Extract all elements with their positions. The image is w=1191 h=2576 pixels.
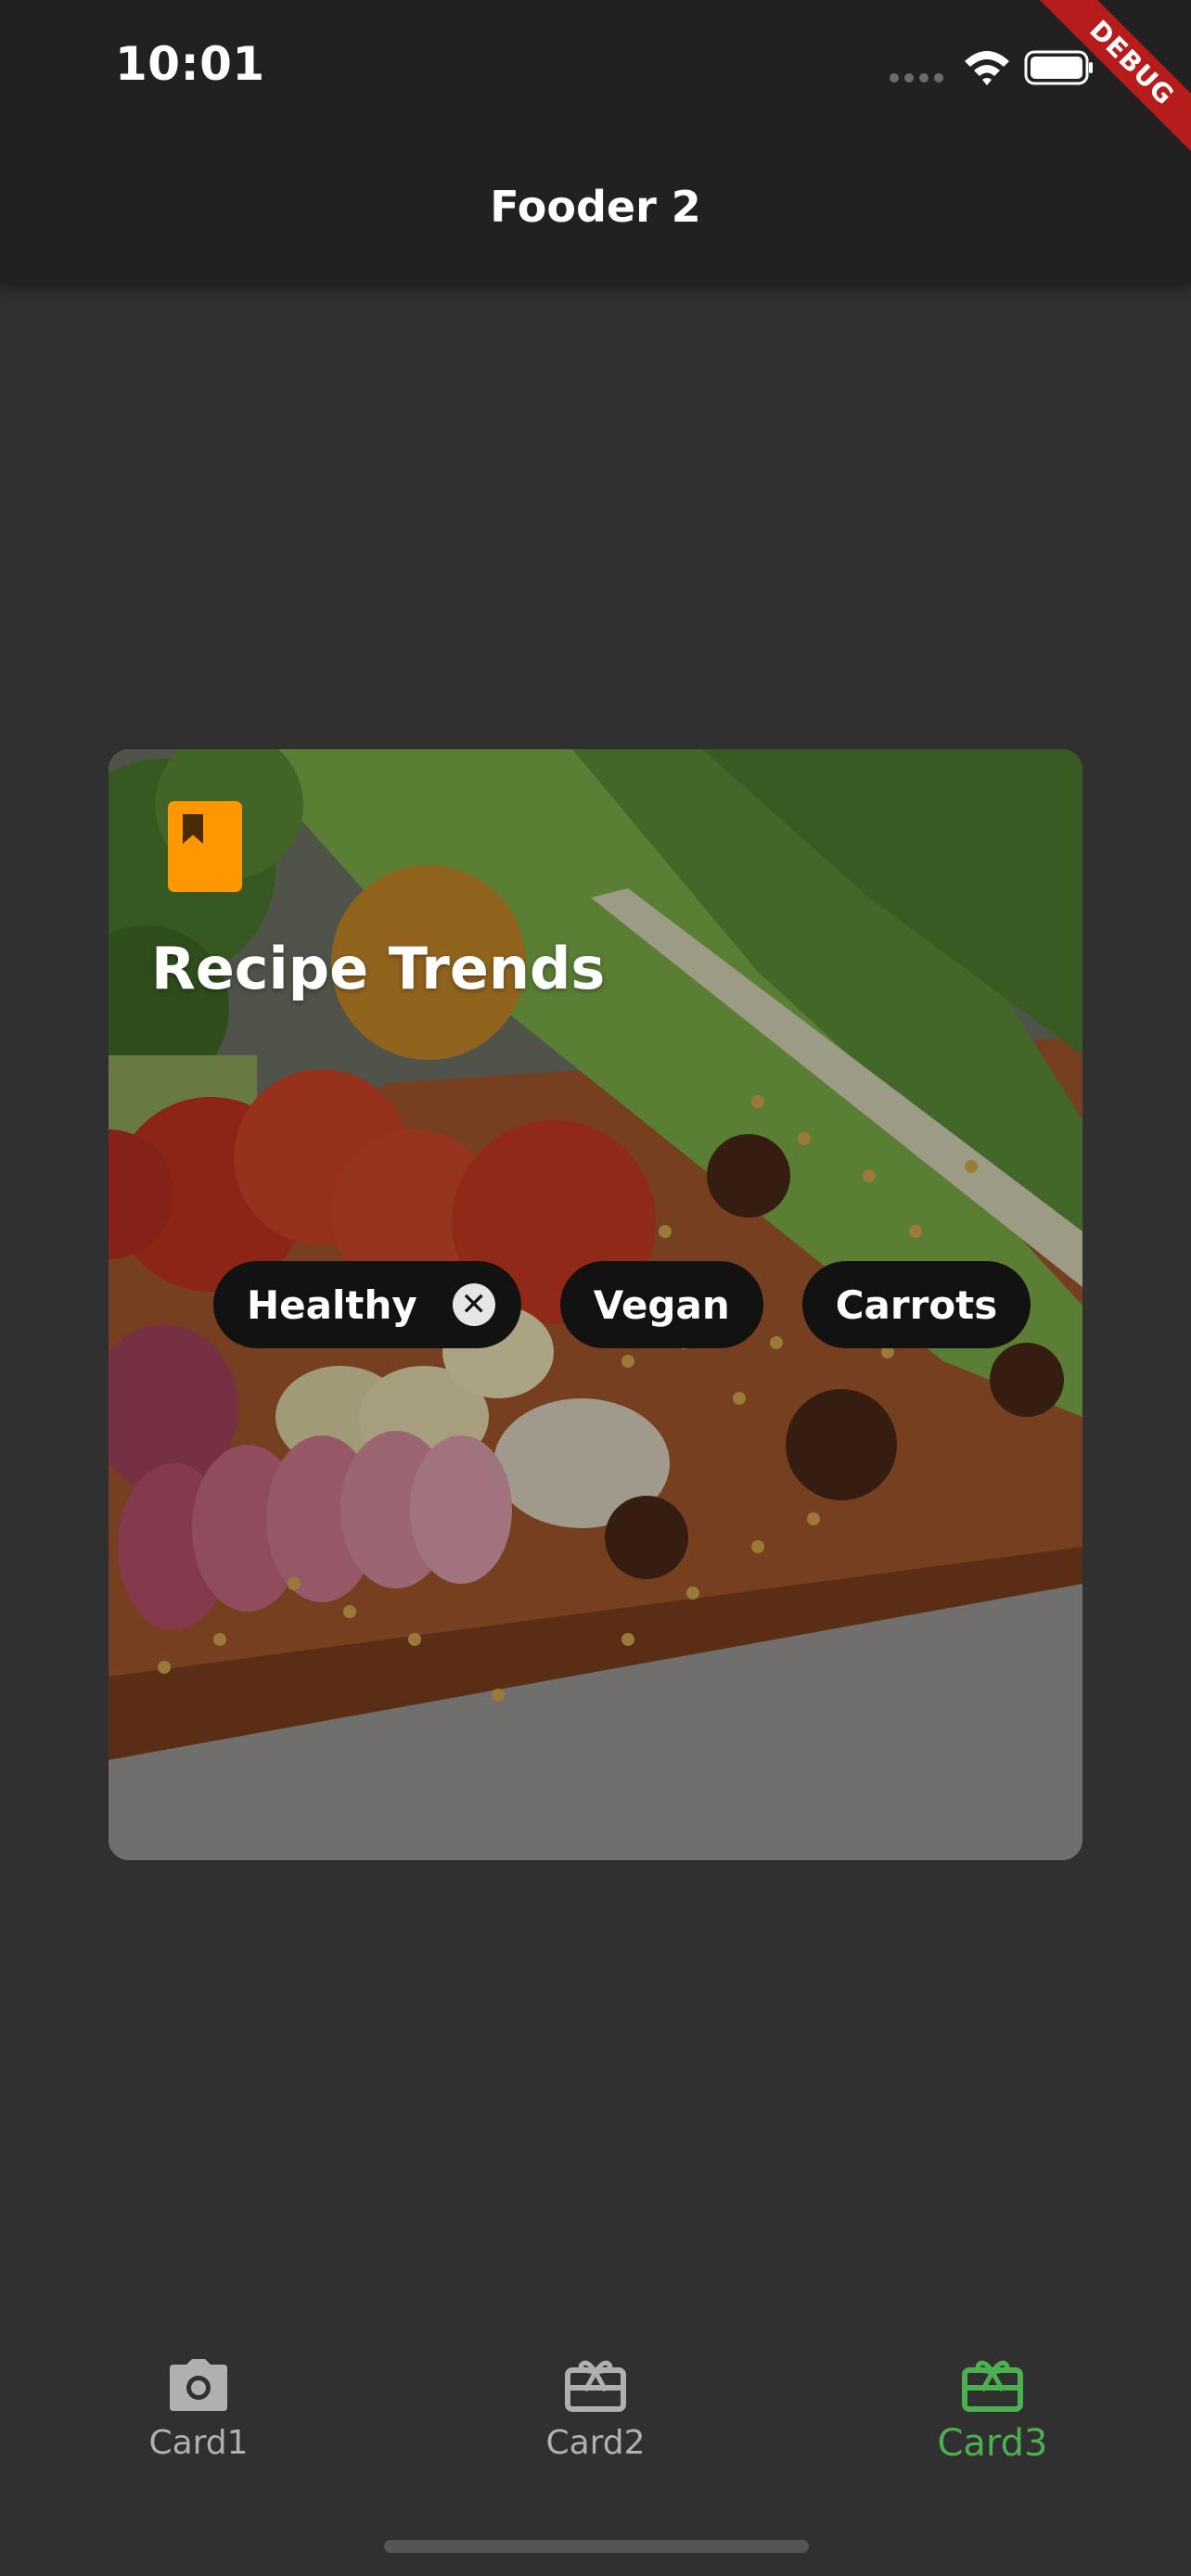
camera-icon: [170, 2359, 227, 2411]
app-bar: 10:01 Fooder 2: [0, 0, 1191, 284]
chip-carrots[interactable]: Carrots: [801, 1261, 1031, 1348]
bottom-navigation: Card1 Card2 Card3: [0, 2315, 1191, 2576]
status-time: 10:01: [115, 37, 265, 91]
chip-label: Healthy: [247, 1282, 417, 1328]
nav-item-card1[interactable]: Card1: [59, 2357, 338, 2462]
chip-vegan[interactable]: Vegan: [559, 1261, 763, 1348]
chip-label: Vegan: [593, 1282, 730, 1328]
chip-healthy[interactable]: Healthy ✕: [213, 1261, 521, 1348]
nav-item-card2[interactable]: Card2: [456, 2357, 735, 2462]
nav-label: Card1: [148, 2424, 249, 2462]
nav-label: Card3: [937, 2422, 1048, 2465]
chip-list: Healthy ✕ Vegan Carrots: [213, 1261, 1031, 1348]
card-giftcard-icon: [962, 2360, 1023, 2412]
nav-label: Card2: [545, 2424, 646, 2462]
close-icon[interactable]: ✕: [452, 1283, 495, 1326]
home-indicator[interactable]: [384, 2540, 809, 2553]
page-title: Fooder 2: [490, 182, 701, 232]
nav-item-card3[interactable]: Card3: [853, 2357, 1132, 2465]
debug-banner: DEBUG: [1024, 0, 1191, 167]
card-giftcard-icon: [565, 2360, 626, 2412]
chip-label: Carrots: [835, 1282, 998, 1328]
wifi-icon: [961, 46, 1013, 89]
debug-banner-label: DEBUG: [1024, 0, 1191, 167]
recipe-trends-card[interactable]: Recipe Trends Healthy ✕ Vegan Carrots: [109, 749, 1082, 1860]
card-title: Recipe Trends: [151, 935, 606, 1002]
signal-icon: [885, 46, 950, 89]
book-icon: [168, 801, 242, 892]
